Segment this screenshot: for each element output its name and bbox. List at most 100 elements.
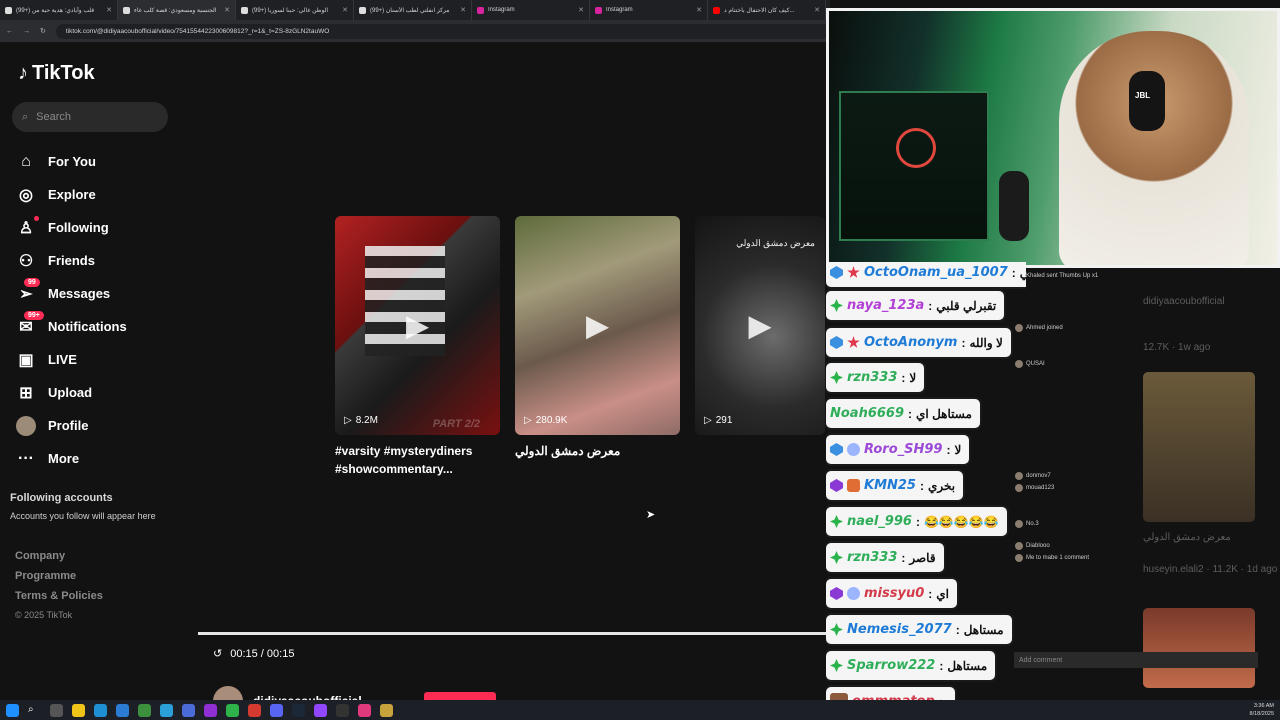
fox-badge-icon (847, 479, 860, 492)
browser-tab[interactable]: Instagram ✕ (472, 0, 590, 20)
windows-start-icon[interactable] (6, 703, 19, 717)
upload-icon: ⊞ (19, 384, 33, 402)
webcam-overlay: JBL (826, 8, 1280, 268)
chat-message: Noah6669: مستاهل اي (826, 399, 980, 428)
app-icon[interactable] (358, 703, 371, 717)
search-input[interactable]: ⌕ Search (12, 102, 168, 132)
sidebar-item-friends[interactable]: ⚇ Friends (16, 244, 186, 277)
chat-username: OctoAnonym (864, 335, 958, 350)
footer-link-programme[interactable]: Programme (15, 570, 103, 590)
following-accounts-section: Following accounts Accounts you follow w… (10, 492, 180, 521)
browser-tab[interactable]: كيف كان الاحتفال باختتام د... ✕ (708, 0, 826, 20)
play-outline-icon: ▷ (524, 415, 532, 426)
reload-icon[interactable]: ↻ (40, 27, 46, 35)
video-caption[interactable]: #varsity #mysterydiners #showcommentary.… (335, 442, 500, 478)
tab-label: (99+) مركز انفلتي لطب الأسنان (370, 7, 450, 14)
video-card[interactable]: ▶ ▷ 280.9K معرض دمشق الدولي (515, 216, 680, 478)
sidebar-item-following[interactable]: ♙ Following (16, 211, 186, 244)
steam-icon[interactable] (292, 703, 305, 717)
app-icon[interactable] (380, 703, 393, 717)
comment-input[interactable]: Add comment (1014, 652, 1258, 668)
close-icon[interactable]: ✕ (224, 6, 230, 14)
app-icon[interactable] (160, 703, 173, 717)
close-icon[interactable]: ✕ (342, 6, 348, 14)
sidebar-item-profile[interactable]: Profile (16, 409, 186, 442)
video-card[interactable]: ▶ PART 2/2 ▷ 8.2M #varsity #mysterydiners… (335, 216, 500, 478)
browser-tab[interactable]: (99+) مركز انفلتي لطب الأسنان ✕ (354, 0, 472, 20)
video-caption[interactable]: معرض دمشق الدولي (515, 442, 680, 460)
footer-link-company[interactable]: Company (15, 550, 103, 570)
copyright: © 2025 TikTok (15, 610, 73, 620)
compass-icon: ◎ (19, 186, 33, 204)
twitch-icon[interactable] (314, 703, 327, 717)
chat-message: naya_123a: تقبرلي قلبي (826, 291, 1005, 320)
mouse-cursor-icon: ➤ (646, 509, 656, 521)
chat-row: Me to mabe 1 comment (1011, 552, 1126, 564)
browser-tab[interactable]: Instagram ✕ (590, 0, 708, 20)
sidebar-item-label: For You (48, 154, 96, 169)
footer-link-terms[interactable]: Terms & Policies (15, 590, 103, 610)
forward-icon[interactable]: → (23, 28, 30, 35)
chat-row: donmov7 (1011, 470, 1126, 482)
edge-icon[interactable] (94, 703, 107, 717)
search-placeholder: Search (36, 111, 72, 123)
obs-icon[interactable] (336, 703, 349, 717)
chat-username: naya_123a (847, 298, 925, 313)
video-thumbnail[interactable]: ▶ PART 2/2 ▷ 8.2M (335, 216, 500, 435)
view-count: ▷ 8.2M (344, 415, 378, 426)
sidebar-item-for-you[interactable]: ⌂ For You (16, 145, 186, 178)
close-icon[interactable]: ✕ (814, 6, 820, 14)
app-icon[interactable] (138, 703, 151, 717)
sidebar-item-live[interactable]: ▣ LIVE (16, 343, 186, 376)
video-thumbnail[interactable]: ▶ ▷ 280.9K (515, 216, 680, 435)
chat-message: OctoOnam_ua_1007:والله ماسفا سني (826, 262, 1026, 287)
back-icon[interactable]: ← (6, 28, 13, 35)
logo-text: TikTok (32, 62, 95, 84)
green-badge-icon (830, 551, 843, 564)
close-icon[interactable]: ✕ (578, 6, 584, 14)
close-icon[interactable]: ✕ (106, 6, 112, 14)
video-label: معرض دمشق الدولي (1143, 532, 1231, 543)
chrome-icon[interactable] (182, 703, 195, 717)
video-card[interactable]: معرض دمشق الدولي ▶ ▷ 291 (695, 216, 825, 478)
explorer-icon[interactable] (72, 703, 85, 717)
outlook-icon[interactable] (116, 703, 129, 717)
taskview-icon[interactable] (50, 703, 63, 717)
sidebar-item-explore[interactable]: ◎ Explore (16, 178, 186, 211)
chat-row: mouad123 (1011, 482, 1126, 494)
following-accounts-subtitle: Accounts you follow will appear here (10, 511, 156, 521)
close-icon[interactable]: ✕ (696, 6, 702, 14)
browser-tab[interactable]: الجنسية ومسعودي: قصة كلب غاء ✕ (118, 0, 236, 20)
clock-time: 3:36 AM (1253, 703, 1274, 709)
instagram-favicon-icon (477, 6, 484, 14)
sidebar-item-notifications[interactable]: ✉ 99+ Notifications (16, 310, 186, 343)
video-progress-bar[interactable] (198, 632, 828, 635)
chat-separator: : (939, 658, 944, 673)
tiktok-logo[interactable]: ♪ TikTok (18, 62, 95, 85)
url-field[interactable]: tiktok.com/@didiyaacoubofficial/video/75… (55, 23, 830, 39)
close-icon[interactable]: ✕ (460, 6, 466, 14)
sidebar-item-label: Explore (48, 187, 96, 202)
player-controls: ↺ 00:15 / 00:15 (213, 647, 294, 661)
address-bar: ← → ↻ tiktok.com/@didiyaacoubofficial/vi… (0, 20, 830, 42)
browser-tab[interactable]: (99+) قلب وأيادي: هدية حية من ✕ (0, 0, 118, 20)
video-thumbnail[interactable] (1143, 372, 1255, 522)
video-thumbnail[interactable]: معرض دمشق الدولي ▶ ▷ 291 (695, 216, 825, 435)
app-icon[interactable] (226, 703, 239, 717)
app-icon[interactable] (248, 703, 261, 717)
app-icon[interactable] (204, 703, 217, 717)
video-thumbnail[interactable] (1143, 608, 1255, 688)
search-icon[interactable]: ⌕ (28, 704, 41, 717)
discord-icon[interactable] (270, 703, 283, 717)
chat-text: تقبرلي قلبي (936, 298, 997, 313)
thumbnail-title: معرض دمشق الدولي (736, 238, 815, 248)
sidebar-item-upload[interactable]: ⊞ Upload (16, 376, 186, 409)
replay-icon[interactable]: ↺ (213, 647, 222, 660)
browser-tab[interactable]: (99+) الوطن غالي: حبنا لسوريا ✕ (236, 0, 354, 20)
view-count-value: 8.2M (355, 415, 378, 426)
chat-separator: : (919, 478, 924, 493)
sidebar-item-more[interactable]: ··· More (16, 442, 186, 475)
chat-message: Sparrow222: مستاهل (826, 651, 996, 680)
sidebar-item-messages[interactable]: ➢ 99 Messages (16, 277, 186, 310)
chat-username: Noah6669 (830, 406, 905, 421)
